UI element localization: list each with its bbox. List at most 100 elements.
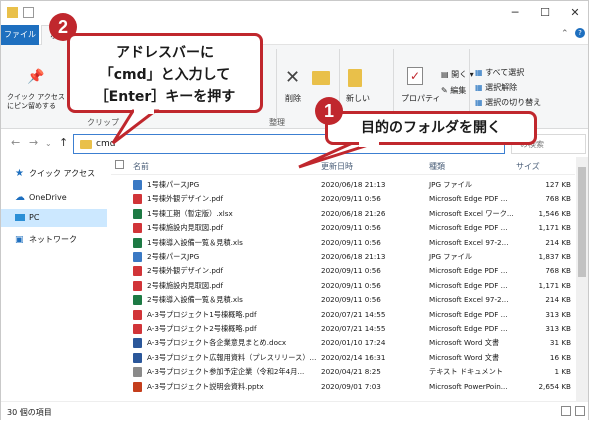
- large-icons-view-icon[interactable]: [575, 406, 585, 416]
- file-row[interactable]: A-3号プロジェクト2号棟概略.pdf 2020/07/21 14:55 Micro…: [111, 323, 575, 335]
- close-button[interactable]: ✕: [560, 1, 589, 25]
- new-folder-button[interactable]: 新しい: [346, 93, 370, 104]
- file-row[interactable]: A-3号プロジェクト参加予定企業（令和2年4月... 2020/04/21 8:2…: [111, 366, 575, 378]
- edit-icon: ✎: [441, 86, 448, 95]
- file-size: 2,654 KB: [538, 381, 571, 391]
- step-1-callout: 目的のフォルダを開く: [325, 111, 537, 145]
- column-size[interactable]: サイズ: [516, 161, 540, 172]
- file-row[interactable]: 1号棟工期（暫定版）.xlsx 2020/06/18 21:26 Microsoft…: [111, 208, 575, 220]
- file-row[interactable]: A-3号プロジェクト広報用資料（プレスリリース）... 2020/02/14 16…: [111, 352, 575, 364]
- select-all-icon: ▦: [475, 68, 483, 77]
- select-none-button[interactable]: ▦ 選択解除: [475, 82, 517, 93]
- select-all-button[interactable]: ▦ すべて選択: [475, 67, 524, 78]
- back-arrow-icon[interactable]: ←: [11, 136, 20, 149]
- invert-selection-button[interactable]: ▦ 選択の切り替え: [475, 97, 541, 108]
- file-type: JPG ファイル: [429, 252, 473, 261]
- rename-icon[interactable]: [312, 71, 330, 85]
- properties-button[interactable]: プロパティ: [401, 93, 441, 104]
- nav-item-label: PC: [29, 213, 40, 222]
- file-row[interactable]: A-3号プロジェクト各企業意見まとめ.docx 2020/01/10 17:24 M…: [111, 337, 575, 349]
- file-date: 2020/06/18 21:13: [321, 180, 386, 189]
- column-type[interactable]: 種類: [429, 161, 445, 172]
- nav-item-onedrive[interactable]: ☁ OneDrive: [1, 189, 107, 207]
- folder-icon: [80, 140, 92, 149]
- pin-icon[interactable]: 📌: [27, 69, 44, 85]
- file-type: Microsoft Word 文書: [429, 338, 500, 348]
- nav-item-quick-access[interactable]: ★ クイック アクセス: [1, 165, 107, 183]
- file-row[interactable]: 2号棟外観デザイン.pdf 2020/09/11 0:56 Microsoft Ed…: [111, 265, 575, 277]
- file-size: 1 KB: [554, 367, 571, 377]
- ribbon-collapse-icon[interactable]: ⌃: [561, 29, 569, 39]
- address-input[interactable]: cmd: [96, 139, 115, 149]
- open-icon: ▤: [441, 70, 449, 79]
- file-date: 2020/09/11 0:56: [321, 295, 381, 305]
- file-name: A-3号プロジェクト1号棟概略.pdf: [147, 309, 257, 319]
- help-icon[interactable]: ?: [575, 28, 585, 38]
- file-row[interactable]: A-3号プロジェクト説明会資料.pptx 2020/09/01 7:03 Micro…: [111, 381, 575, 393]
- forward-arrow-icon[interactable]: →: [29, 136, 38, 149]
- recent-dropdown-icon[interactable]: ⌄: [45, 139, 52, 148]
- scrollbar-thumb[interactable]: [578, 167, 586, 277]
- file-type: Microsoft Word 文書: [429, 352, 500, 362]
- ppt-file-icon: [133, 381, 142, 392]
- nav-item-network[interactable]: ▣ ネットワーク: [1, 231, 107, 249]
- open-label: 開く: [451, 70, 468, 79]
- delete-icon[interactable]: ✕: [285, 67, 300, 88]
- file-name: A-3号プロジェクト説明会資料.pptx: [147, 381, 264, 391]
- up-arrow-icon[interactable]: ↑: [59, 136, 68, 149]
- edit-button[interactable]: ✎ 編集: [441, 85, 466, 96]
- details-view-icon[interactable]: [561, 406, 571, 416]
- file-row[interactable]: 2号棟導入設備一覧＆見積.xls 2020/09/11 0:56 Microsoft…: [111, 294, 575, 306]
- file-row[interactable]: 2号棟パースJPG 2020/06/18 21:13 JPG ファイル 1,837 K…: [111, 251, 575, 263]
- xls-file-icon: [133, 208, 142, 219]
- properties-quick-icon[interactable]: [23, 7, 34, 18]
- file-row[interactable]: 1号棟パースJPG 2020/06/18 21:13 JPG ファイル 127 KB: [111, 179, 575, 191]
- column-name[interactable]: 名前: [133, 161, 149, 172]
- clipboard-group-label: クリップ: [87, 118, 119, 127]
- file-row[interactable]: A-3号プロジェクト1号棟概略.pdf 2020/07/21 14:55 Micro…: [111, 309, 575, 321]
- file-name: 2号棟施設内見取図.pdf: [147, 280, 224, 290]
- nav-item-label: ネットワーク: [29, 235, 77, 244]
- pin-quick-access-button[interactable]: クイック アクセス にピン留めする: [7, 93, 65, 111]
- file-size: 16 KB: [549, 352, 571, 362]
- jpg-file-icon: [133, 252, 142, 262]
- file-name: A-3号プロジェクト参加予定企業（令和2年4月...: [147, 367, 305, 377]
- invert-selection-icon: ▦: [475, 98, 483, 107]
- maximize-button[interactable]: ☐: [530, 1, 560, 25]
- file-row[interactable]: 1号棟導入設備一覧＆見積.xls 2020/09/11 0:56 Microsoft…: [111, 237, 575, 249]
- select-none-label: 選択解除: [485, 83, 518, 92]
- file-name: 2号棟パースJPG: [147, 252, 200, 261]
- column-date[interactable]: 更新日時: [321, 161, 353, 172]
- file-row[interactable]: 1号棟施設内見取図.pdf 2020/09/11 0:56 Microsoft Ed…: [111, 222, 575, 234]
- xls-file-icon: [133, 295, 142, 306]
- delete-button[interactable]: 削除: [285, 93, 301, 104]
- file-row[interactable]: 1号棟外観デザイン.pdf 2020/09/11 0:56 Microsoft Ed…: [111, 193, 575, 205]
- nav-item-label: クイック アクセス: [29, 169, 96, 178]
- file-date: 2020/09/11 0:56: [321, 223, 381, 233]
- network-icon: ▣: [15, 235, 24, 245]
- file-date: 2020/09/11 0:56: [321, 266, 381, 276]
- explorer-window: ─ ☐ ✕ ファイル ホーム ⌃ ? 📌 クイック アクセス にピン留めする ク…: [0, 0, 589, 421]
- file-size: 1,837 KB: [538, 252, 571, 261]
- properties-icon[interactable]: ✓: [407, 67, 423, 85]
- ribbon-separator: [276, 49, 277, 125]
- pointer-mask: [359, 140, 379, 147]
- tab-file[interactable]: ファイル: [1, 25, 39, 45]
- vertical-scrollbar[interactable]: [576, 157, 588, 401]
- file-type: Microsoft Excel 97-2...: [429, 295, 509, 305]
- navigation-pane: ★ クイック アクセス ☁ OneDrive PC ▣ ネットワーク: [1, 157, 107, 401]
- file-size: 1,546 KB: [538, 208, 571, 218]
- file-row[interactable]: 2号棟施設内見取図.pdf 2020/09/11 0:56 Microsoft Ed…: [111, 280, 575, 292]
- file-size: 127 KB: [545, 180, 571, 189]
- title-bar: ─ ☐ ✕: [1, 1, 588, 25]
- pdf-file-icon: [133, 309, 142, 320]
- file-type: Microsoft Excel ワーク...: [429, 208, 514, 218]
- pdf-file-icon: [133, 266, 142, 277]
- file-date: 2020/01/10 17:24: [321, 338, 386, 348]
- new-folder-icon[interactable]: [348, 69, 362, 87]
- pc-icon: [15, 214, 25, 221]
- minimize-button[interactable]: ─: [500, 1, 530, 25]
- file-type: Microsoft Edge PDF ...: [429, 324, 508, 333]
- nav-item-pc[interactable]: PC: [1, 209, 107, 227]
- select-all-checkbox[interactable]: [115, 160, 124, 169]
